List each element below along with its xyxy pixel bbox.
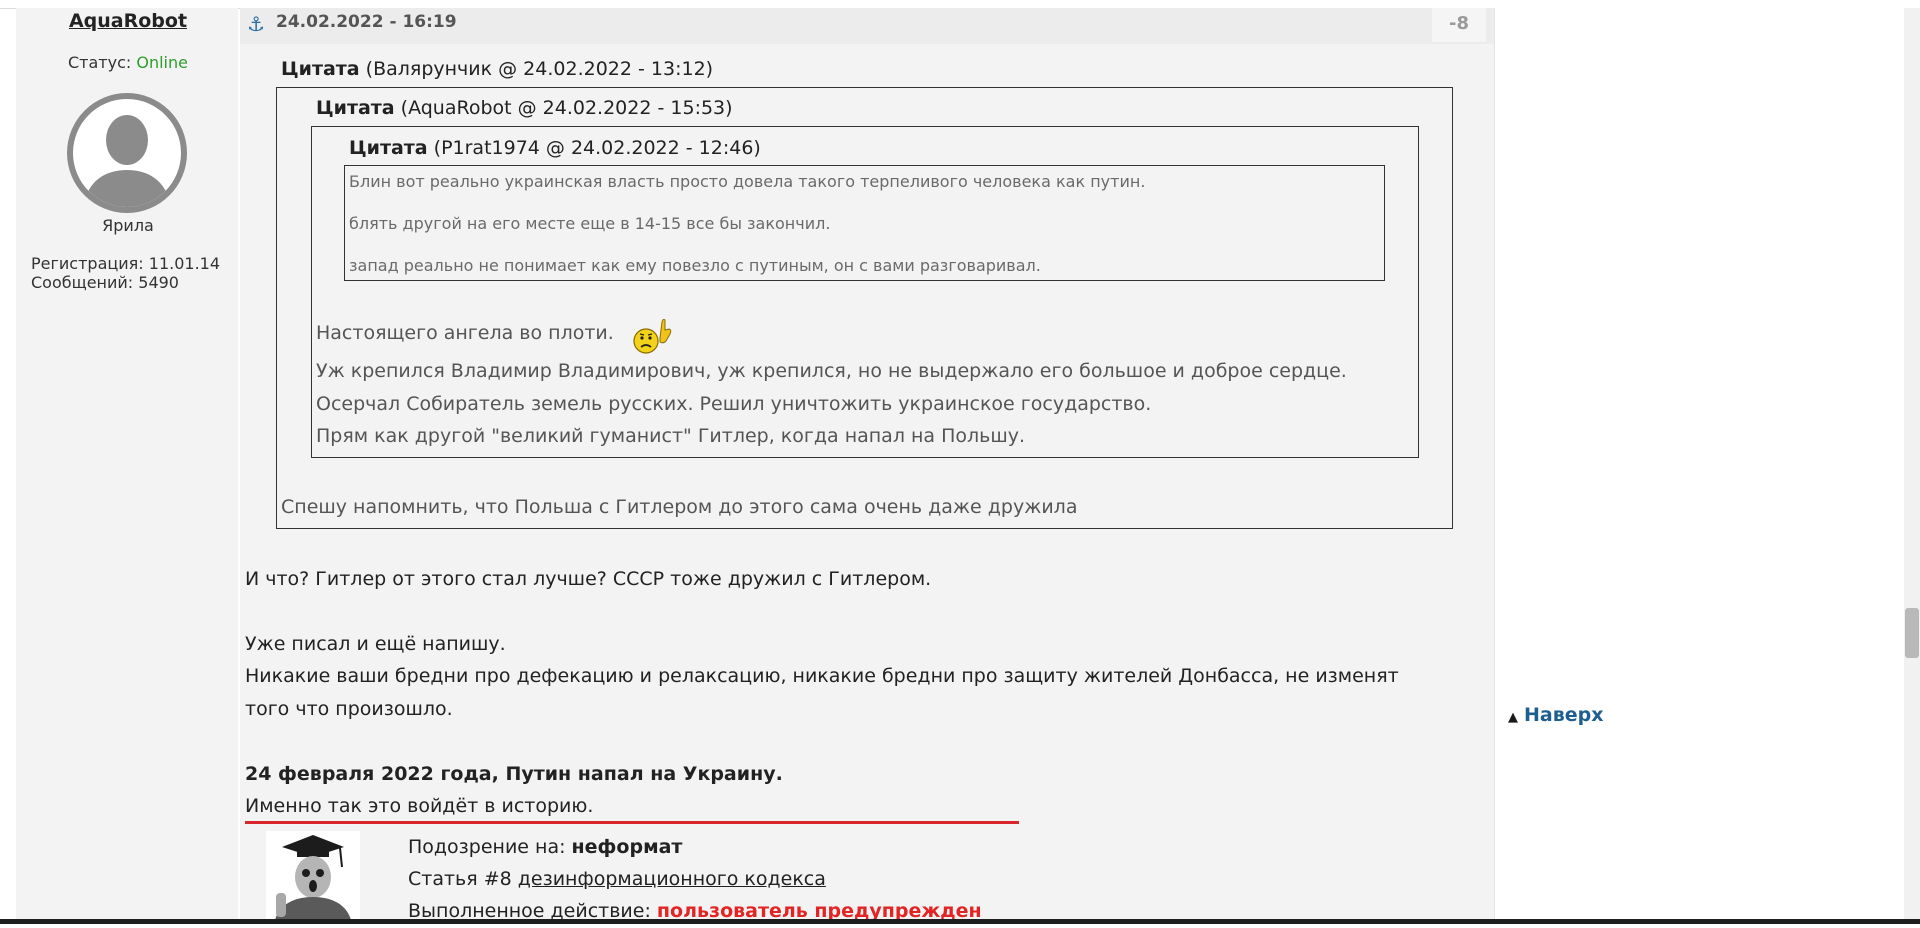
quote-meta: (AquaRobot @ 24.02.2022 - 15:53) [400,97,733,119]
post-text: того что произошло. [245,698,453,720]
article-label: Статья #8 [408,868,512,890]
scrollbar[interactable] [1904,8,1920,919]
warning-article: Статья #8 дезинформационного кодекса [408,868,826,890]
quote-meta: (P1rat1974 @ 24.02.2022 - 12:46) [433,137,761,159]
quote-inner-line: блять другой на его месте еще в 14-15 вс… [349,214,831,233]
moderator-avatar [266,831,360,924]
signature-line: Именно так это войдёт в историю. [245,795,594,817]
quote-middle-title: Цитата (AquaRobot @ 24.02.2022 - 15:53) [316,97,733,119]
post-text: Уже писал и ещё напишу. [245,633,506,655]
post-date: 24.02.2022 - 16:19 [276,12,457,32]
article-link[interactable]: дезинформационного кодекса [518,868,826,890]
quote-inner-line: запад реально не понимает как ему повезл… [349,256,1041,275]
user-status: Статус: Online [55,53,201,72]
scrollbar-thumb[interactable] [1905,608,1919,658]
post-rating[interactable]: -8 [1432,8,1486,42]
author-name-link[interactable]: AquaRobot [55,10,201,32]
post-text: И что? Гитлер от этого стал лучше? СССР … [245,568,932,590]
suspicion-label: Подозрение на: [408,836,566,858]
quote-inner-title: Цитата (P1rat1974 @ 24.02.2022 - 12:46) [349,137,761,159]
quote-middle-line: Настоящего ангела во плоти. [316,322,614,344]
status-label: Статус: [68,53,132,72]
quote-meta: (Валярунчик @ 24.02.2022 - 13:12) [365,58,714,80]
user-stats: Регистрация: 11.01.14 Сообщений: 5490 [31,254,220,292]
status-online: Online [136,53,188,72]
avatar[interactable] [64,90,190,216]
quote-middle-line: Осерчал Собиратель земель русских. Решил… [316,393,1152,415]
anchor-icon[interactable]: ⚓ [247,12,265,36]
warning-suspicion: Подозрение на: неформат [408,836,682,858]
quote-inner-line: Блин вот реально украинская власть прост… [349,172,1146,191]
back-to-top-link[interactable]: ▲ Наверх [1508,704,1604,726]
arrow-up-icon: ▲ [1508,710,1518,725]
quote-label: Цитата [316,97,395,119]
registration-date: Регистрация: 11.01.14 [31,254,221,273]
quote-label: Цитата [281,58,360,80]
post-text: Никакие ваши бредни про дефекацию и рела… [245,665,1399,687]
suspicious-smiley-icon [632,314,676,354]
quote-middle-line: Уж крепился Владимир Владимирович, уж кр… [316,360,1347,382]
suspicion-value: неформат [571,836,683,858]
signature-divider [245,821,1019,824]
message-count: Сообщений: 5490 [31,273,179,292]
back-to-top-label: Наверх [1524,704,1604,726]
quote-middle-line: Прям как другой "великий гуманист" Гитле… [316,425,1026,447]
right-sidebar [1494,8,1905,924]
quote-label: Цитата [349,137,428,159]
quote-outer-reply: Спешу напомнить, что Польша с Гитлером д… [281,496,1078,518]
bottom-bar [0,919,1920,924]
user-rank: Ярила [102,216,154,235]
signature-bold: 24 февраля 2022 года, Путин напал на Укр… [245,763,783,785]
quote-outer-title: Цитата (Валярунчик @ 24.02.2022 - 13:12) [281,58,713,80]
